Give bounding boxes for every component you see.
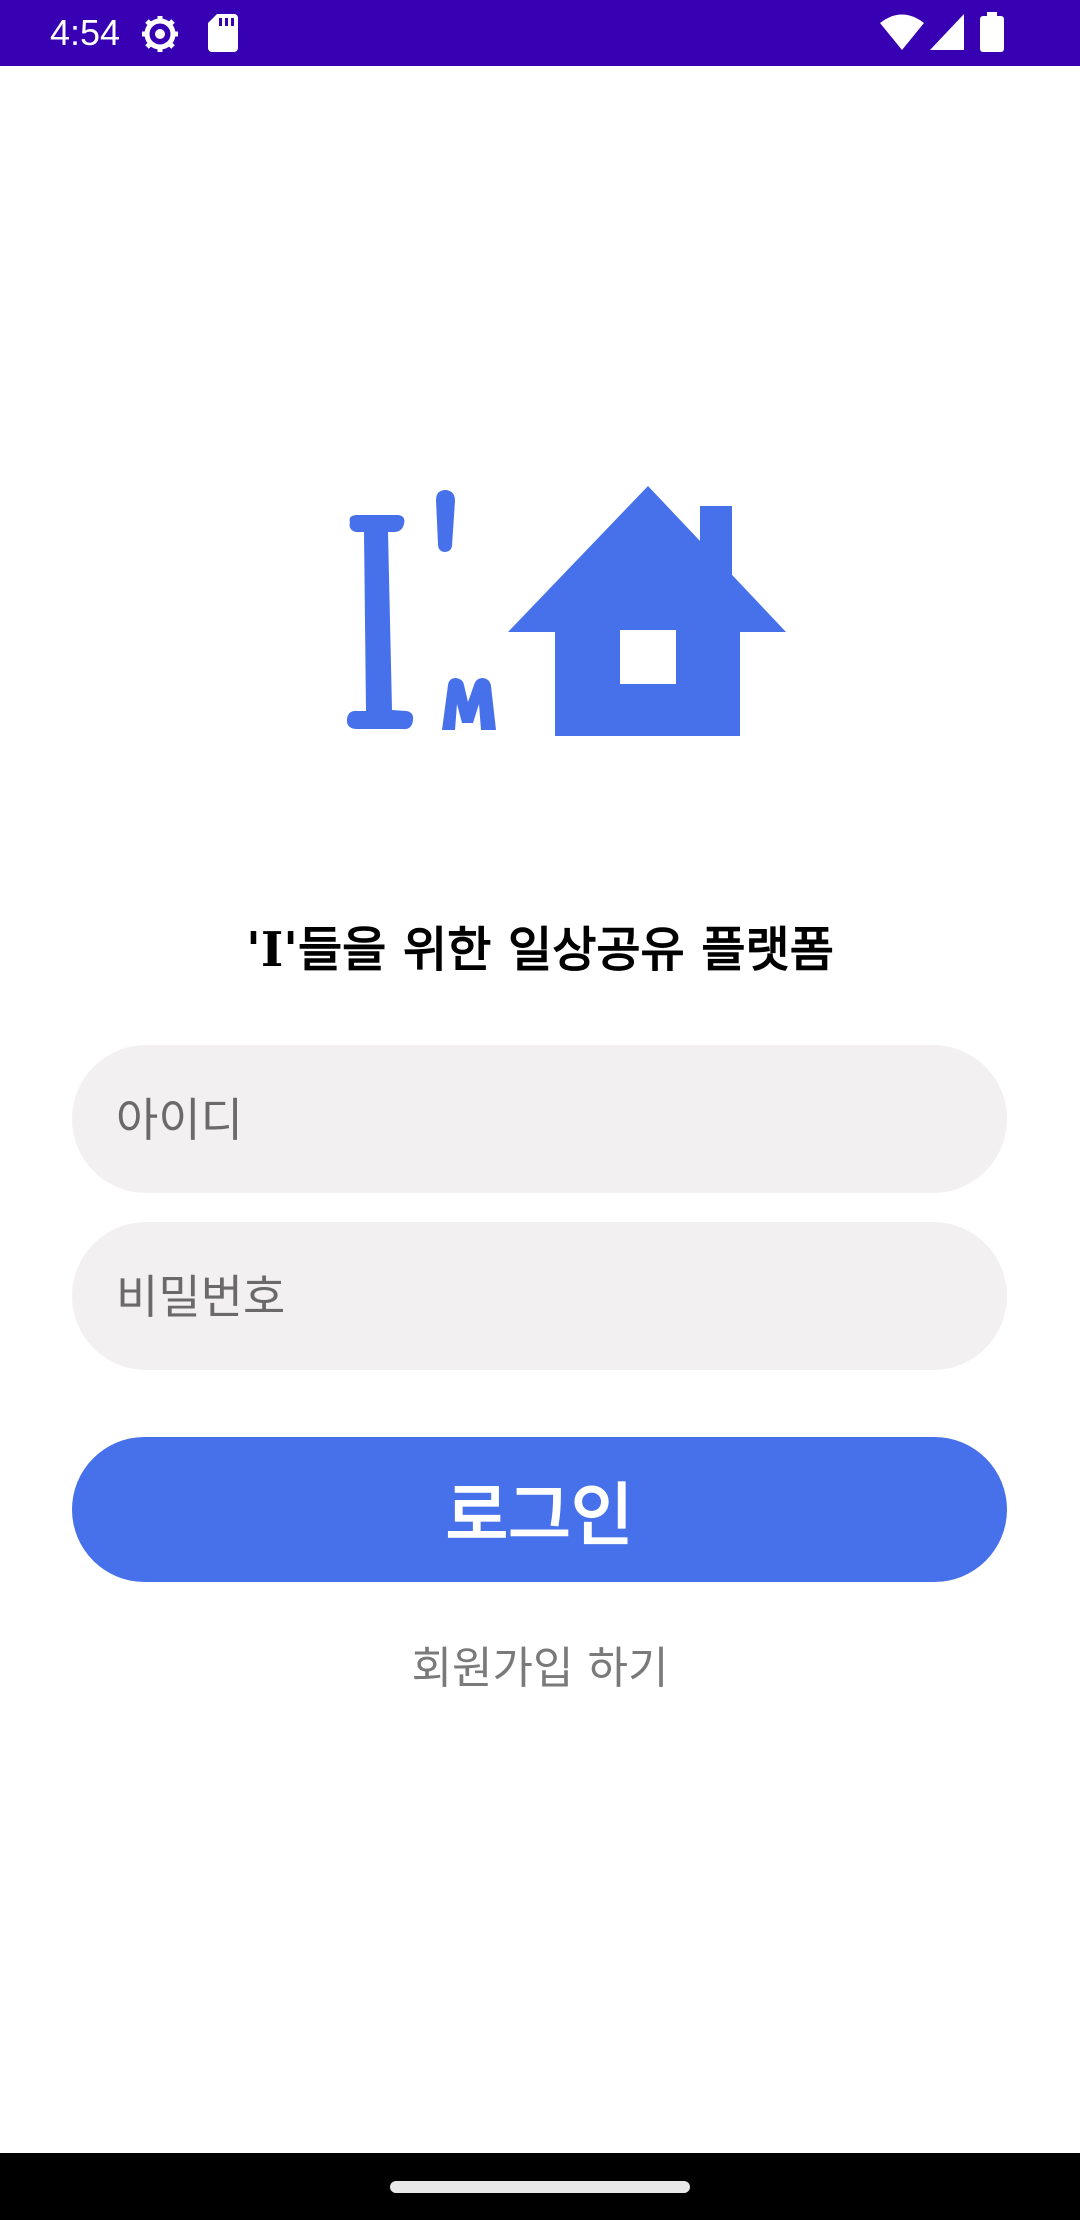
battery-icon [980,12,1004,56]
navigation-bar [0,2153,1080,2220]
status-bar: 4:54 [0,0,1080,66]
password-field[interactable] [72,1222,1007,1372]
status-time: 4:54 [50,12,121,53]
sd-card-icon [208,14,238,56]
home-gesture-handle[interactable] [390,2181,690,2193]
id-input[interactable] [114,1045,968,1195]
login-button[interactable]: 로그인 [72,1437,1007,1582]
password-input[interactable] [114,1222,968,1372]
signup-link[interactable]: 회원가입 하기 [0,1632,1080,1696]
settings-gear-icon [140,14,180,58]
cell-signal-icon [930,14,964,54]
app-logo [340,480,790,750]
id-field[interactable] [72,1045,1007,1195]
house-icon [508,486,786,736]
wifi-icon [880,14,924,54]
app-tagline: 'I'들을 위한 일상공유 플랫폼 [246,922,834,978]
